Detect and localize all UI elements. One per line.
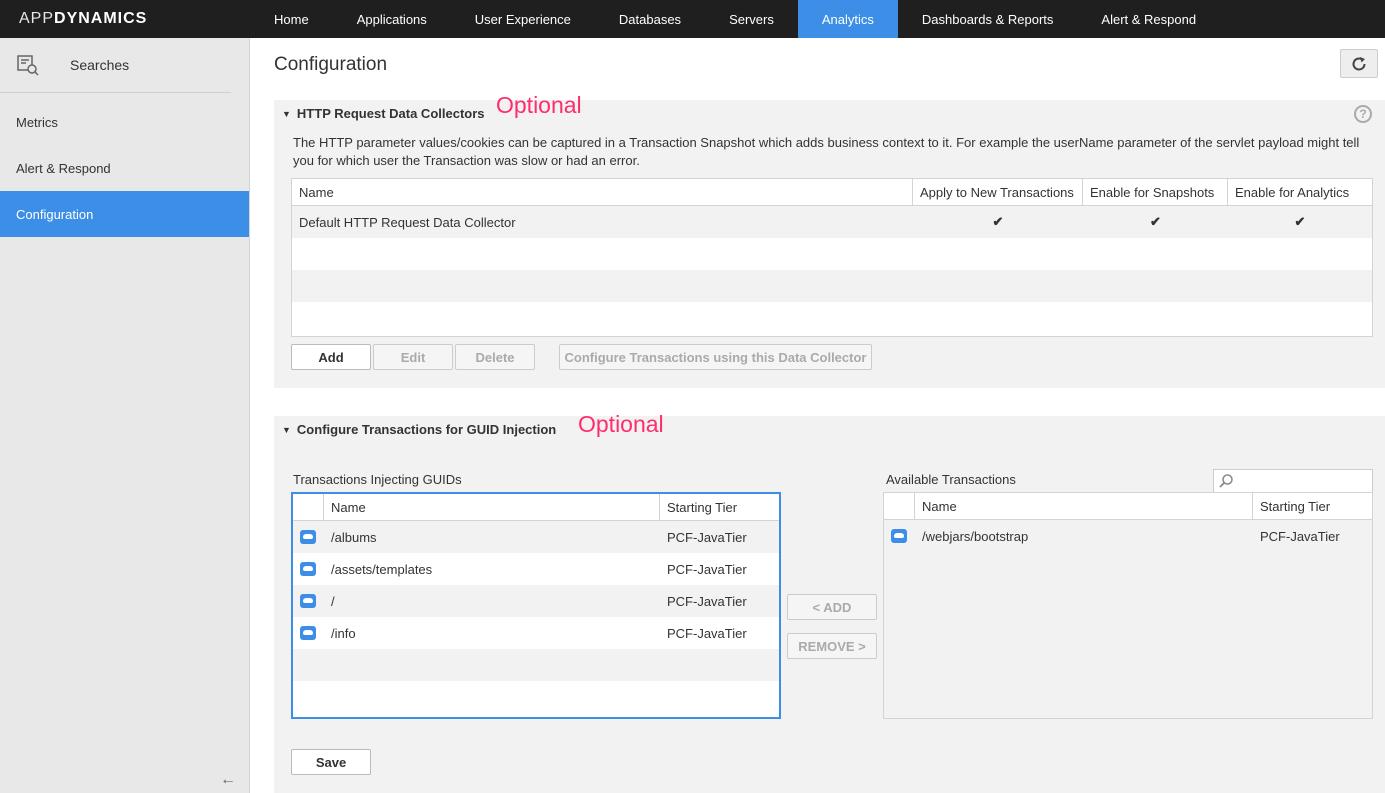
available-search-input[interactable] — [1213, 469, 1373, 493]
column-apply-new[interactable]: Apply to New Transactions — [913, 179, 1083, 205]
table-row[interactable]: / PCF-JavaTier — [293, 585, 779, 617]
table-header: Name Apply to New Transactions Enable fo… — [292, 179, 1372, 206]
empty-row — [293, 649, 779, 681]
refresh-icon — [1352, 56, 1366, 70]
optional-annotation: Optional — [578, 411, 664, 437]
table-row[interactable]: Default HTTP Request Data Collector ✔ ✔ … — [292, 206, 1372, 238]
table-header: Name Starting Tier — [293, 494, 779, 521]
add-transaction-button[interactable]: < ADD — [787, 594, 877, 620]
guid-injection-header[interactable]: ▼ Configure Transactions for GUID Inject… — [282, 422, 556, 437]
cloud-icon — [300, 562, 316, 576]
nav-user-experience[interactable]: User Experience — [451, 0, 595, 38]
nav-alert-respond[interactable]: Alert & Respond — [1077, 0, 1220, 38]
collapse-arrow-icon[interactable]: ← — [220, 771, 236, 789]
check-icon: ✔ — [1150, 214, 1161, 229]
nav-servers[interactable]: Servers — [705, 0, 798, 38]
column-name[interactable]: Name — [915, 493, 1253, 519]
column-enable-analytics[interactable]: Enable for Analytics — [1228, 179, 1372, 205]
edit-button[interactable]: Edit — [373, 344, 453, 370]
refresh-button[interactable] — [1340, 49, 1378, 78]
column-name[interactable]: Name — [324, 494, 660, 520]
column-icon — [884, 493, 915, 519]
sidebar-searches-label: Searches — [70, 57, 130, 73]
http-collectors-description: The HTTP parameter values/cookies can be… — [293, 135, 1360, 168]
http-collectors-table: Name Apply to New Transactions Enable fo… — [291, 178, 1373, 337]
column-starting-tier[interactable]: Starting Tier — [1253, 493, 1372, 519]
add-button[interactable]: Add — [291, 344, 371, 370]
table-row[interactable]: /assets/templates PCF-JavaTier — [293, 553, 779, 585]
sidebar-item-alert-respond[interactable]: Alert & Respond — [0, 145, 249, 191]
configure-transactions-button[interactable]: Configure Transactions using this Data C… — [559, 344, 872, 370]
empty-row — [293, 681, 779, 713]
nav-analytics[interactable]: Analytics — [797, 0, 898, 38]
empty-row — [292, 270, 1372, 302]
available-transactions-table[interactable]: Name Starting Tier /webjars/bootstrap PC… — [883, 492, 1373, 719]
injecting-guids-label: Transactions Injecting GUIDs — [293, 472, 462, 487]
table-row[interactable]: /albums PCF-JavaTier — [293, 521, 779, 553]
available-transactions-label: Available Transactions — [886, 472, 1016, 487]
check-icon: ✔ — [1294, 214, 1306, 229]
appdynamics-logo[interactable]: APP DYNAMICS — [0, 0, 250, 38]
cloud-icon — [300, 626, 316, 640]
nav-databases[interactable]: Databases — [595, 0, 705, 38]
column-name[interactable]: Name — [292, 179, 913, 205]
collapse-caret-icon: ▼ — [282, 424, 291, 435]
empty-row — [292, 302, 1372, 334]
empty-row — [292, 238, 1372, 270]
nav-dashboards-reports[interactable]: Dashboards & Reports — [898, 0, 1078, 38]
cloud-icon — [300, 594, 316, 608]
page-title: Configuration — [274, 54, 388, 75]
cloud-icon — [300, 530, 316, 544]
delete-button[interactable]: Delete — [455, 344, 535, 370]
main-content: Configuration ▼ HTTP Request Data Collec… — [251, 38, 1385, 793]
column-icon — [293, 494, 324, 520]
http-collectors-panel: ▼ HTTP Request Data Collectors Optional … — [274, 92, 1385, 388]
http-collectors-header[interactable]: ▼ HTTP Request Data Collectors — [282, 106, 485, 121]
collapse-caret-icon: ▼ — [282, 108, 291, 119]
table-row[interactable]: /webjars/bootstrap PCF-JavaTier — [884, 520, 1372, 552]
sidebar: Searches Metrics Alert & Respond Configu… — [0, 38, 250, 793]
check-icon: ✔ — [992, 214, 1004, 229]
sidebar-item-searches[interactable]: Searches — [0, 38, 231, 93]
cloud-icon — [891, 529, 907, 543]
search-icon — [1219, 474, 1233, 488]
column-enable-snapshots[interactable]: Enable for Snapshots — [1083, 179, 1228, 205]
help-icon[interactable]: ? — [1354, 105, 1372, 123]
collector-name: Default HTTP Request Data Collector — [299, 214, 516, 230]
main-nav: Home Applications User Experience Databa… — [250, 0, 1220, 38]
searches-icon — [16, 53, 40, 77]
injecting-transactions-table[interactable]: Name Starting Tier /albums PCF-JavaTier … — [291, 492, 781, 719]
column-starting-tier[interactable]: Starting Tier — [660, 494, 779, 520]
optional-annotation: Optional — [496, 92, 582, 118]
sidebar-item-metrics[interactable]: Metrics — [0, 99, 249, 145]
save-button[interactable]: Save — [291, 749, 371, 775]
nav-applications[interactable]: Applications — [333, 0, 451, 38]
nav-home[interactable]: Home — [250, 0, 333, 38]
remove-transaction-button[interactable]: REMOVE > — [787, 633, 877, 659]
guid-injection-panel: ▼ Configure Transactions for GUID Inject… — [274, 411, 1385, 793]
table-header: Name Starting Tier — [884, 493, 1372, 520]
sidebar-item-configuration[interactable]: Configuration — [0, 191, 249, 237]
top-nav-bar: APP DYNAMICS Home Applications User Exper… — [0, 0, 1385, 38]
table-row[interactable]: /info PCF-JavaTier — [293, 617, 779, 649]
